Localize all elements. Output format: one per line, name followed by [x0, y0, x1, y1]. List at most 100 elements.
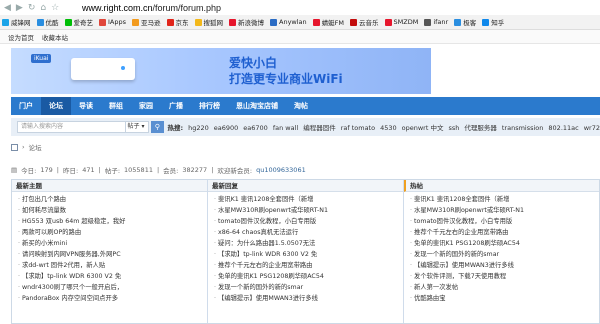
bookmark-item[interactable]: 云音乐 — [350, 17, 379, 27]
nav-item[interactable]: 排行榜 — [191, 97, 228, 115]
hot-term-link[interactable]: wr72 — [584, 124, 600, 132]
bookmark-item[interactable]: 蜻蜓FM — [312, 17, 344, 27]
reload-icon[interactable]: ↻ — [28, 3, 36, 13]
topic-link[interactable]: 发现一个新的国外的新的smar — [214, 282, 403, 293]
bookmark-item[interactable]: 爱奇艺 — [64, 17, 93, 27]
topic-link[interactable]: 两款可以刷OP的路由 — [18, 227, 207, 238]
topic-link[interactable]: 【求助】tp-link WDR 6300 V2 免 — [214, 249, 403, 260]
bookmark-item[interactable]: 极客 — [454, 17, 476, 27]
topic-link[interactable]: wndr4300刷了哪只个一般开启后， — [18, 282, 207, 293]
panel-title: 热帖 — [404, 180, 599, 192]
banner-title: 爱快小白 — [229, 56, 278, 70]
star-icon[interactable]: ☆ — [51, 3, 59, 13]
panel-title: 最新主题 — [12, 180, 207, 192]
topic-panels: 最新主题打包出几个路由如何耗尽流量数HG553 双usb 64m 超级稳定，我好… — [11, 179, 600, 324]
topic-link[interactable]: tomato固件汉化教程，小白专用版 — [410, 216, 599, 227]
topic-link[interactable]: 推荐个千元左右的企业用宽带路由 — [214, 260, 403, 271]
bookmark-label: IApps — [108, 18, 127, 26]
main-nav: 门户 论坛 导读 群组 家园 广播 排行榜 恩山淘宝店铺 淘帖 — [11, 97, 600, 115]
yesterday-count: 471 — [82, 166, 95, 174]
bookmark-icon — [99, 18, 106, 26]
hot-term-link[interactable]: transmission — [502, 124, 544, 132]
topic-link[interactable]: 发现一个新的国外的新的smar — [410, 249, 599, 260]
hot-term-link[interactable]: ssh — [448, 124, 459, 132]
bookmark-item[interactable]: 搜狐网 — [194, 17, 223, 27]
hot-term-link[interactable]: ea6700 — [243, 124, 268, 132]
topic-link[interactable]: 免单的斐讯K1 PSG1208刷华硕AC54 — [410, 238, 599, 249]
topic-link[interactable]: 【编辑提示】使用MWAN3进行多线 — [410, 260, 599, 271]
forward-icon[interactable]: ▶ — [16, 3, 23, 13]
forum-stats: ▤ 今日: 179 | 昨日: 471 | 帖子: 1055811 | 会员: 382277 |… — [11, 166, 306, 175]
topic-link[interactable]: 发个软件评测，下载7天使用教程 — [410, 271, 599, 282]
newest-member-link[interactable]: qu1009633061 — [256, 166, 306, 174]
search-button[interactable]: ⚲ — [151, 121, 164, 133]
topic-link[interactable]: 求dd-wrt 固件2代用，新人贴 — [18, 260, 207, 271]
topic-panel: 最新回复斐讯K1 斐讯1208全套固件（新增水星MW310R刷openwrt或华… — [208, 180, 404, 323]
nav-item[interactable]: 广播 — [161, 97, 191, 115]
hot-term-link[interactable]: fan wall — [273, 124, 298, 132]
bookmark-item[interactable]: IApps — [99, 18, 126, 26]
nav-item[interactable]: 导读 — [71, 97, 101, 115]
nav-item[interactable]: 家园 — [131, 97, 161, 115]
hot-term-link[interactable]: ea6900 — [214, 124, 239, 132]
yesterday-label: 昨日: — [62, 167, 79, 175]
topic-link[interactable]: 斐讯K1 斐讯1208全套固件（新增 — [214, 194, 403, 205]
hot-term-link[interactable]: openwrt 中文 — [402, 124, 444, 132]
bookmark-item[interactable]: 优酷 — [36, 17, 59, 27]
topic-link[interactable]: 如何耗尽流量数 — [18, 205, 207, 216]
bookmark-icon — [166, 18, 174, 26]
hot-term-link[interactable]: 代理服务器 — [464, 124, 497, 132]
hot-term-link[interactable]: 4530 — [380, 124, 397, 132]
nav-item[interactable]: 门户 — [11, 97, 41, 115]
topic-link[interactable]: 新人第一次发帖 — [410, 282, 599, 293]
nav-item[interactable]: 淘帖 — [286, 97, 316, 115]
topic-list: 斐讯K1 斐讯1208全套固件（新增水星MW310R刷openwrt或华硕RT-… — [208, 192, 403, 304]
url-field[interactable]: www.right.com.cn/forum/forum.php — [82, 3, 221, 13]
search-scope-select[interactable]: 帖子 ▾ — [125, 121, 150, 133]
topic-link[interactable]: 疑问：为什么路由器1.5.0507无法 — [214, 238, 403, 249]
hot-term-link[interactable]: raf tomato — [341, 124, 375, 132]
bookmark-item[interactable]: SMZDM — [384, 18, 418, 26]
nav-item[interactable]: 论坛 — [41, 97, 71, 115]
topic-link[interactable]: 新买的小米mini — [18, 238, 207, 249]
back-icon[interactable]: ◀ — [4, 3, 11, 13]
topic-link[interactable]: x86-64 chaos真机无法运行 — [214, 227, 403, 238]
home-icon[interactable] — [11, 143, 18, 151]
topic-link[interactable]: 优酷路由宝 — [410, 293, 599, 304]
topic-link[interactable]: 免单的斐讯K1 PSG1208刷华硕AC54 — [214, 271, 403, 282]
bookmark-label: 亚马逊 — [141, 19, 161, 27]
hot-term-link[interactable]: 802.11ac — [548, 124, 578, 132]
panel-title: 最新回复 — [208, 180, 403, 192]
topic-link[interactable]: 推荐个千元左右的企业用宽带路由 — [410, 227, 599, 238]
hot-term-link[interactable]: hg220 — [188, 124, 209, 132]
topic-link[interactable]: 水星MW310R刷openwrt或华硕RT-N1 — [214, 205, 403, 216]
topic-link[interactable]: 请问映射到内网VPN服务器,外网PC — [18, 249, 207, 260]
search-input[interactable]: 请输入搜索内容 — [17, 121, 126, 133]
bookmark-item[interactable]: 京东 — [166, 17, 189, 27]
nav-item[interactable]: 群组 — [101, 97, 131, 115]
stats-icon: ▤ — [11, 166, 18, 174]
bookmark-item[interactable]: Anywlan — [270, 18, 307, 26]
topic-link[interactable]: 【求助】tp-link WDR 6300 V2 免 — [18, 271, 207, 282]
topic-link[interactable]: 水星MW310R刷openwrt或华硕RT-N1 — [410, 205, 599, 216]
newest-label: 欢迎新会员: — [217, 167, 253, 175]
topic-link[interactable]: PandoraBox 内存空间空间点开多 — [18, 293, 207, 304]
bookmark-item[interactable]: 亚马逊 — [132, 17, 161, 27]
topic-list: 斐讯K1 斐讯1208全套固件（新增水星MW310R刷openwrt或华硕RT-… — [404, 192, 599, 304]
ad-banner[interactable]: iKuai 爱快小白 打造更专业商业WiFi — [11, 48, 431, 94]
home-icon[interactable]: ⌂ — [40, 3, 46, 13]
bookmark-item[interactable]: ifanr — [424, 18, 448, 26]
bookmark-item[interactable]: 威锋网 — [2, 17, 31, 27]
topic-link[interactable]: 打包出几个路由 — [18, 194, 207, 205]
topic-link[interactable]: 【编辑提示】使用MWAN3进行多线 — [214, 293, 403, 304]
bookmark-item[interactable]: 新浪微博 — [229, 17, 264, 27]
hot-term-link[interactable]: 编程器固件 — [303, 124, 336, 132]
topic-link[interactable]: tomato固件汉化教程，小白专用版 — [214, 216, 403, 227]
bookmark-item[interactable]: 知乎 — [482, 17, 504, 27]
breadcrumb-forum[interactable]: 论坛 — [29, 142, 42, 152]
nav-item[interactable]: 恩山淘宝店铺 — [228, 97, 286, 115]
set-homepage-link[interactable]: 设为首页 — [8, 32, 34, 42]
topic-link[interactable]: HG553 双usb 64m 超级稳定，我好 — [18, 216, 207, 227]
topic-link[interactable]: 斐讯K1 斐讯1208全套固件（新增 — [410, 194, 599, 205]
add-favorite-link[interactable]: 收藏本站 — [42, 32, 68, 42]
